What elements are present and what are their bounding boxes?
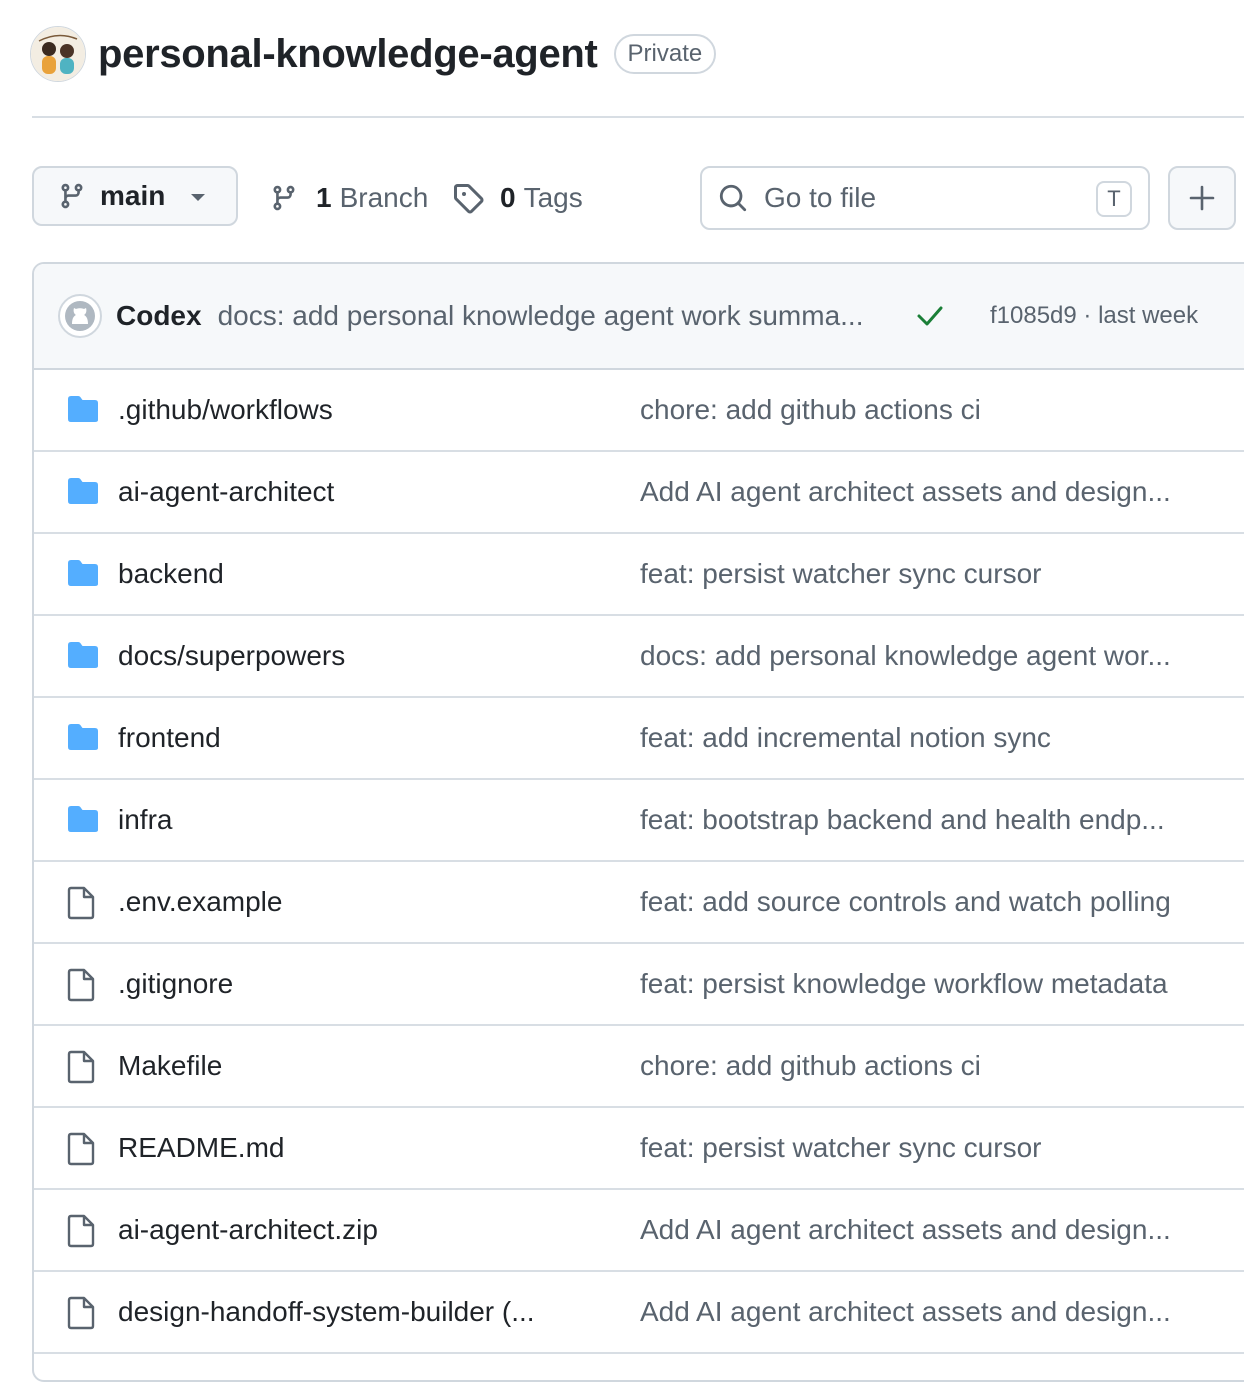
file-list: .github/workflows chore: add github actio… xyxy=(34,370,1244,1354)
file-commit-message[interactable]: feat: bootstrap backend and health endp.… xyxy=(640,804,1165,836)
file-icon xyxy=(67,1050,95,1084)
file-row[interactable]: design-handoff-system-builder (... Add AI… xyxy=(34,1272,1244,1354)
search-placeholder: Go to file xyxy=(764,182,877,213)
folder-icon xyxy=(68,478,98,504)
header-divider xyxy=(32,116,1244,118)
file-row[interactable]: README.md feat: persist watcher sync curs… xyxy=(34,1108,1244,1190)
git-branch-icon xyxy=(273,185,295,211)
file-row[interactable]: docs/superpowers docs: add personal knowl… xyxy=(34,616,1244,698)
file-commit-message[interactable]: Add AI agent architect assets and design… xyxy=(640,476,1171,508)
file-name-link[interactable]: docs/superpowers xyxy=(118,640,345,672)
file-row[interactable]: infra feat: bootstrap backend and health … xyxy=(34,780,1244,862)
shortcut-key-hint: T xyxy=(1096,181,1132,217)
branches-link[interactable]: 1 Branch xyxy=(270,166,428,230)
tag-label: Tags xyxy=(523,182,583,213)
repo-header: personal-knowledge-agent Private xyxy=(30,26,717,82)
file-name-link[interactable]: ai-agent-architect.zip xyxy=(118,1214,378,1246)
file-name-link[interactable]: Makefile xyxy=(118,1050,222,1082)
folder-icon xyxy=(68,642,98,668)
plus-icon xyxy=(1189,185,1215,211)
file-icon xyxy=(67,1132,95,1166)
file-row[interactable]: .env.example feat: add source controls an… xyxy=(34,862,1244,944)
file-commit-message[interactable]: feat: persist watcher sync cursor xyxy=(640,558,1041,590)
file-commit-message[interactable]: chore: add github actions ci xyxy=(640,1050,981,1082)
file-commit-message[interactable]: Add AI agent architect assets and design… xyxy=(640,1296,1171,1328)
file-commit-message[interactable]: docs: add personal knowledge agent wor..… xyxy=(640,640,1171,672)
caret-down-icon xyxy=(191,194,205,201)
file-name-link[interactable]: backend xyxy=(118,558,224,590)
file-name-link[interactable]: .gitignore xyxy=(118,968,233,1000)
folder-icon xyxy=(68,806,98,832)
file-commit-message[interactable]: chore: add github actions ci xyxy=(640,394,981,426)
folder-icon xyxy=(68,396,98,422)
file-commit-message[interactable]: feat: add source controls and watch poll… xyxy=(640,886,1171,918)
file-commit-message[interactable]: feat: persist watcher sync cursor xyxy=(640,1132,1041,1164)
add-file-button[interactable] xyxy=(1168,166,1236,230)
file-row[interactable]: .gitignore feat: persist knowledge workfl… xyxy=(34,944,1244,1026)
commit-author[interactable]: Codex xyxy=(116,300,202,332)
commit-hash-time[interactable]: f1085d9 · last week xyxy=(990,302,1198,330)
go-to-file-input[interactable]: Go to file T xyxy=(700,166,1150,230)
file-icon xyxy=(67,968,95,1002)
file-name-link[interactable]: .github/workflows xyxy=(118,394,333,426)
file-icon xyxy=(67,1296,95,1330)
file-icon xyxy=(67,886,95,920)
file-commit-message[interactable]: Add AI agent architect assets and design… xyxy=(640,1214,1171,1246)
file-name-link[interactable]: ai-agent-architect xyxy=(118,476,334,508)
file-row[interactable]: ai-agent-architect.zip Add AI agent archi… xyxy=(34,1190,1244,1272)
file-icon xyxy=(67,1214,95,1248)
git-branch-icon xyxy=(61,183,83,209)
file-name-link[interactable]: README.md xyxy=(118,1132,284,1164)
latest-commit-bar: Codex docs: add personal knowledge agent… xyxy=(34,264,1244,370)
folder-icon xyxy=(68,724,98,750)
commit-message[interactable]: docs: add personal knowledge agent work … xyxy=(218,300,864,332)
branch-label: Branch xyxy=(339,182,429,213)
branch-selector-button[interactable]: main xyxy=(32,166,238,226)
branch-name: main xyxy=(100,180,166,211)
owner-avatar[interactable] xyxy=(30,26,86,82)
author-avatar[interactable] xyxy=(58,294,102,338)
file-name-link[interactable]: design-handoff-system-builder (... xyxy=(118,1296,535,1328)
file-row[interactable]: frontend feat: add incremental notion syn… xyxy=(34,698,1244,780)
repo-name[interactable]: personal-knowledge-agent xyxy=(98,32,598,77)
check-icon[interactable] xyxy=(916,304,944,328)
file-name-link[interactable]: .env.example xyxy=(118,886,282,918)
visibility-badge: Private xyxy=(613,34,717,74)
file-row[interactable]: backend feat: persist watcher sync cursor xyxy=(34,534,1244,616)
file-name-link[interactable]: infra xyxy=(118,804,172,836)
file-name-link[interactable]: frontend xyxy=(118,722,221,754)
folder-icon xyxy=(68,560,98,586)
file-row[interactable]: ai-agent-architect Add AI agent architect… xyxy=(34,452,1244,534)
branch-count: 1 xyxy=(316,182,332,213)
file-browser: Codex docs: add personal knowledge agent… xyxy=(32,262,1244,1382)
tags-link[interactable]: 0 Tags xyxy=(452,166,583,230)
tag-count: 0 xyxy=(500,182,516,213)
repo-toolbar: main 1 Branch 0 Tags Go to file T xyxy=(32,166,1236,230)
search-icon xyxy=(719,184,747,212)
file-row[interactable]: Makefile chore: add github actions ci xyxy=(34,1026,1244,1108)
file-commit-message[interactable]: feat: add incremental notion sync xyxy=(640,722,1051,754)
file-row[interactable]: .github/workflows chore: add github actio… xyxy=(34,370,1244,452)
file-commit-message[interactable]: feat: persist knowledge workflow metadat… xyxy=(640,968,1168,1000)
tag-icon xyxy=(454,184,484,214)
